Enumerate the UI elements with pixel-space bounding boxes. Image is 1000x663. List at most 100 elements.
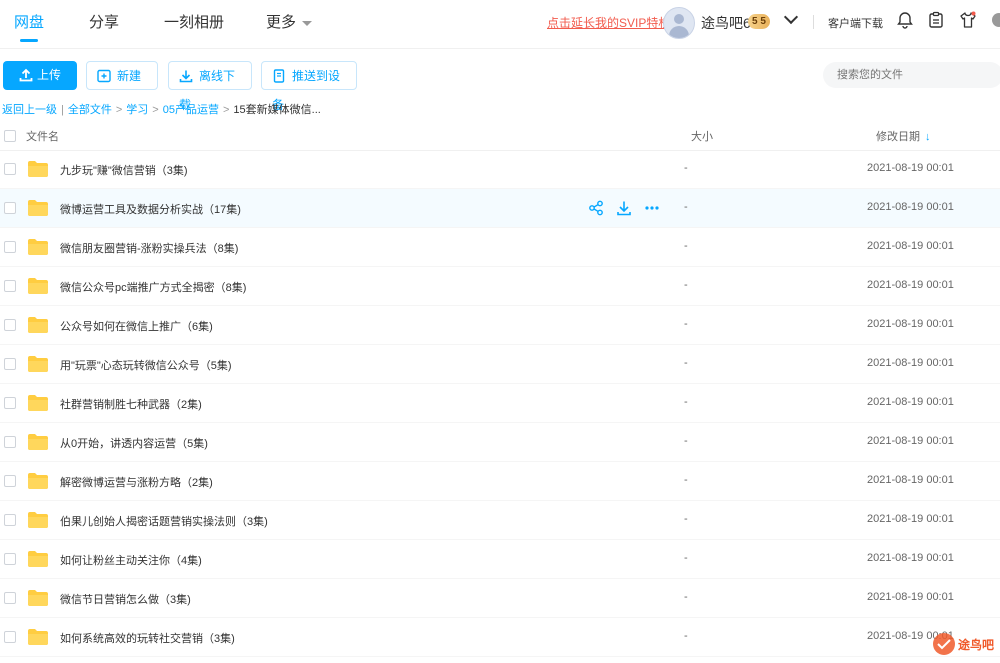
offline-download-button[interactable]: 离线下载 <box>168 61 252 112</box>
watermark-text: 途鸟吧 <box>958 638 995 652</box>
row-checkbox[interactable] <box>4 241 16 253</box>
folder-icon <box>27 589 49 607</box>
table-row[interactable]: 如何系统高效的玩转社交营销（3集) -2021-08-19 00:01 <box>0 618 1000 657</box>
new-folder-label: 新建 <box>117 69 142 83</box>
row-checkbox[interactable] <box>4 514 16 526</box>
breadcrumb-arrow: > <box>152 104 159 116</box>
new-folder-button[interactable]: 新建 <box>86 61 158 90</box>
file-size: - <box>684 201 688 213</box>
table-row[interactable]: 从0开始，讲透内容运营（5集) - 2021-08-19 00:01 <box>0 423 1000 462</box>
row-checkbox[interactable] <box>4 202 16 214</box>
row-checkbox[interactable] <box>4 319 16 331</box>
file-size: - <box>684 513 688 525</box>
share-icon[interactable] <box>588 200 604 221</box>
file-date: 2021-08-19 00:01 <box>867 201 954 213</box>
table-row[interactable]: 社群营销制胜七种武器（2集) - 2021-08-19 00:01 <box>0 384 1000 423</box>
folder-icon <box>27 511 49 529</box>
table-row[interactable]: 微信朋友圈营销-涨粉实操兵法（8集) - 2021-08-19 00:01 <box>0 228 1000 267</box>
table-row[interactable]: 用"玩票"心态玩转微信公众号（5集) - 2021-08-19 00:01 <box>0 345 1000 384</box>
tab-more[interactable]: 更多 <box>266 11 313 32</box>
avatar[interactable] <box>663 7 695 39</box>
file-name[interactable]: 解密微博运营与涨粉方略（2集) <box>60 474 213 490</box>
file-date: 2021-08-19 00:01 <box>867 552 954 564</box>
push-to-device-button[interactable]: 推送到设备 <box>261 61 357 112</box>
file-size: - <box>684 435 688 447</box>
chevron-down-icon[interactable] <box>783 9 799 25</box>
row-checkbox[interactable] <box>4 553 16 565</box>
file-date: 2021-08-19 00:01 <box>867 396 954 408</box>
file-size: - <box>684 474 688 486</box>
breadcrumb-item-product-ops[interactable]: 05产品运营 <box>163 104 219 116</box>
tab-share[interactable]: 分享 <box>89 11 119 32</box>
row-checkbox[interactable] <box>4 163 16 175</box>
file-size: - <box>684 240 688 252</box>
grid-icon[interactable] <box>990 11 1000 31</box>
column-header-date[interactable]: 修改日期 ↓ <box>876 128 931 144</box>
folder-icon <box>27 550 49 568</box>
row-checkbox[interactable] <box>4 475 16 487</box>
folder-icon <box>27 160 49 178</box>
file-name[interactable]: 微信节日营销怎么做（3集) <box>60 591 191 607</box>
active-tab-indicator <box>20 39 38 42</box>
table-row[interactable]: 公众号如何在微信上推广（6集) - 2021-08-19 00:01 <box>0 306 1000 345</box>
upload-button[interactable]: 上传 <box>3 61 77 90</box>
caret-down-icon <box>302 20 313 26</box>
file-name[interactable]: 社群营销制胜七种武器（2集) <box>60 396 202 412</box>
row-checkbox[interactable] <box>4 592 16 604</box>
table-row[interactable]: 九步玩"赚"微信营销（3集) - 2021-08-19 00:01 <box>0 150 1000 189</box>
file-name[interactable]: 伯果儿创始人揭密话题营销实操法则（3集) <box>60 513 268 529</box>
table-row[interactable]: 微信公众号pc端推广方式全揭密（8集) - 2021-08-19 00:01 <box>0 267 1000 306</box>
search-input[interactable] <box>835 68 989 82</box>
folder-icon <box>27 628 49 646</box>
breadcrumb-item-current: 15套新媒体微信... <box>233 104 321 116</box>
search-box[interactable] <box>823 62 1000 88</box>
folder-icon <box>27 277 49 295</box>
tab-more-label: 更多 <box>266 14 297 31</box>
folder-icon <box>27 238 49 256</box>
file-name[interactable]: 用"玩票"心态玩转微信公众号（5集) <box>60 357 232 373</box>
file-date: 2021-08-19 00:01 <box>867 435 954 447</box>
file-name[interactable]: 微博运营工具及数据分析实战（17集) <box>60 201 241 217</box>
file-date: 2021-08-19 00:01 <box>867 279 954 291</box>
breadcrumb-item-all-files[interactable]: 全部文件 <box>68 104 112 116</box>
file-name[interactable]: 如何让粉丝主动关注你（4集) <box>60 552 202 568</box>
file-name[interactable]: 如何系统高效的玩转社交营销（3集) <box>60 630 235 646</box>
table-row[interactable]: 解密微博运营与涨粉方略（2集) - 2021-08-19 00:01 <box>0 462 1000 501</box>
client-download-link[interactable]: 客户端下载 <box>828 15 883 31</box>
table-row[interactable]: 如何让粉丝主动关注你（4集) - 2021-08-19 00:01 <box>0 540 1000 579</box>
device-icon <box>273 69 285 83</box>
breadcrumb-item-study[interactable]: 学习 <box>126 104 148 116</box>
row-checkbox[interactable] <box>4 358 16 370</box>
row-checkbox[interactable] <box>4 436 16 448</box>
download-icon[interactable] <box>616 200 632 221</box>
breadcrumb-separator: | <box>61 104 64 116</box>
tab-album[interactable]: 一刻相册 <box>164 11 224 32</box>
file-name[interactable]: 九步玩"赚"微信营销（3集) <box>60 162 188 178</box>
select-all-checkbox[interactable] <box>4 130 16 142</box>
row-checkbox[interactable] <box>4 280 16 292</box>
table-row[interactable]: 伯果儿创始人揭密话题营销实操法则（3集) - 2021-08-19 00:01 <box>0 501 1000 540</box>
row-checkbox[interactable] <box>4 631 16 643</box>
tab-netdisk[interactable]: 网盘 <box>14 11 44 32</box>
svip-renew-link[interactable]: 点击延长我的SVIP特权 <box>547 14 670 31</box>
file-name[interactable]: 微信公众号pc端推广方式全揭密（8集) <box>60 279 246 295</box>
shirt-icon[interactable] <box>959 11 979 31</box>
breadcrumb-arrow: > <box>115 104 123 116</box>
folder-icon <box>27 355 49 373</box>
top-nav: 网盘 分享 一刻相册 更多 点击延长我的SVIP特权 途鸟吧6 5 5 客户端下… <box>0 0 1000 49</box>
table-row[interactable]: 微博运营工具及数据分析实战（17集) - 2021-08-19 00:01 <box>0 189 1000 228</box>
clipboard-icon[interactable] <box>927 11 947 31</box>
file-name[interactable]: 公众号如何在微信上推广（6集) <box>60 318 213 334</box>
table-row[interactable]: 微信节日营销怎么做（3集) - 2021-08-19 00:01 <box>0 579 1000 618</box>
row-checkbox[interactable] <box>4 397 16 409</box>
file-date: 2021-08-19 00:01 <box>867 240 954 252</box>
file-name[interactable]: 从0开始，讲透内容运营（5集) <box>60 435 208 451</box>
username[interactable]: 途鸟吧6 <box>701 13 751 33</box>
file-date: 2021-08-19 00:01 <box>867 162 954 174</box>
column-header-name[interactable]: 文件名 <box>26 128 59 144</box>
bell-icon[interactable] <box>896 11 916 31</box>
column-header-size[interactable]: 大小 <box>691 128 713 144</box>
file-name[interactable]: 微信朋友圈营销-涨粉实操兵法（8集) <box>60 240 238 256</box>
back-link[interactable]: 返回上一级 <box>2 104 57 116</box>
more-icon[interactable] <box>644 200 660 221</box>
